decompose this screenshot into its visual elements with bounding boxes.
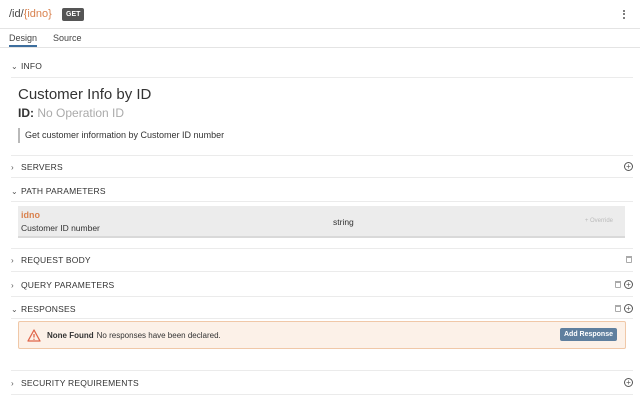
section-query-parameters-toggle[interactable]: › QUERY PARAMETERS +: [11, 274, 633, 296]
section-path-parameters-label: PATH PARAMETERS: [21, 186, 106, 196]
section-info-label: INFO: [21, 61, 43, 71]
divider: [11, 271, 633, 272]
alert-text: None Found No responses have been declare…: [47, 331, 221, 340]
path-param-row[interactable]: idno Customer ID number string + Overrid…: [18, 206, 625, 238]
chevron-right-icon: ›: [11, 162, 14, 172]
info-title[interactable]: Customer Info by ID: [18, 86, 151, 103]
add-response-button[interactable]: Add Response: [559, 328, 617, 341]
alert-title: None Found: [47, 331, 94, 340]
chevron-down-icon: ⌄: [11, 304, 18, 314]
operation-id-field[interactable]: No Operation ID: [37, 106, 124, 120]
section-path-parameters-toggle[interactable]: ⌄ PATH PARAMETERS: [11, 180, 633, 202]
add-response-icon[interactable]: +: [624, 304, 633, 313]
chevron-down-icon: ⌄: [11, 186, 18, 196]
warning-icon: [27, 329, 41, 342]
divider: [11, 394, 633, 395]
section-security-label: SECURITY REQUIREMENTS: [21, 378, 139, 388]
trash-icon[interactable]: [626, 256, 632, 263]
tab-source[interactable]: Source: [53, 33, 82, 43]
section-query-parameters-label: QUERY PARAMETERS: [21, 280, 115, 290]
method-badge: GET: [62, 8, 85, 21]
section-security-toggle[interactable]: › SECURITY REQUIREMENTS +: [11, 372, 633, 394]
path-param: {idno}: [23, 8, 52, 20]
param-name: idno: [21, 210, 40, 220]
chevron-right-icon: ›: [11, 378, 14, 388]
path-prefix: /id/: [9, 8, 24, 20]
divider: [11, 177, 633, 178]
param-type[interactable]: string: [333, 217, 354, 227]
alert-message: No responses have been declared.: [96, 331, 221, 340]
param-description[interactable]: Customer ID number: [21, 223, 100, 233]
section-servers-label: SERVERS: [21, 162, 63, 172]
editor-tabs: Design Source: [0, 29, 640, 48]
divider: [11, 370, 633, 371]
section-request-body-label: REQUEST BODY: [21, 255, 91, 265]
no-responses-alert: None Found No responses have been declare…: [18, 321, 626, 349]
trash-icon[interactable]: [615, 281, 621, 288]
operation-id: ID: No Operation ID: [18, 106, 124, 120]
divider: [11, 296, 633, 297]
divider: [11, 201, 633, 202]
add-server-icon[interactable]: +: [624, 162, 633, 171]
section-request-body-toggle[interactable]: › REQUEST BODY: [11, 249, 633, 271]
divider: [11, 318, 633, 319]
operation-path: /id/{idno}: [9, 8, 52, 20]
info-description[interactable]: Get customer information by Customer ID …: [18, 128, 224, 143]
operation-header: /id/{idno} GET: [0, 0, 640, 29]
add-security-icon[interactable]: +: [624, 378, 633, 387]
operation-id-label: ID:: [18, 106, 34, 120]
section-responses-label: RESPONSES: [21, 304, 76, 314]
chevron-down-icon: ⌄: [11, 61, 18, 71]
trash-icon[interactable]: [615, 305, 621, 312]
divider: [11, 77, 633, 78]
tab-design[interactable]: Design: [9, 33, 38, 47]
override-button[interactable]: + Override: [585, 218, 613, 224]
kebab-menu-icon[interactable]: [617, 6, 631, 22]
chevron-right-icon: ›: [11, 255, 14, 265]
add-query-param-icon[interactable]: +: [624, 280, 633, 289]
section-info-toggle[interactable]: ⌄ INFO: [11, 55, 633, 77]
chevron-right-icon: ›: [11, 280, 14, 290]
section-responses-toggle[interactable]: ⌄ RESPONSES +: [11, 298, 633, 320]
section-servers-toggle[interactable]: › SERVERS +: [11, 156, 633, 178]
